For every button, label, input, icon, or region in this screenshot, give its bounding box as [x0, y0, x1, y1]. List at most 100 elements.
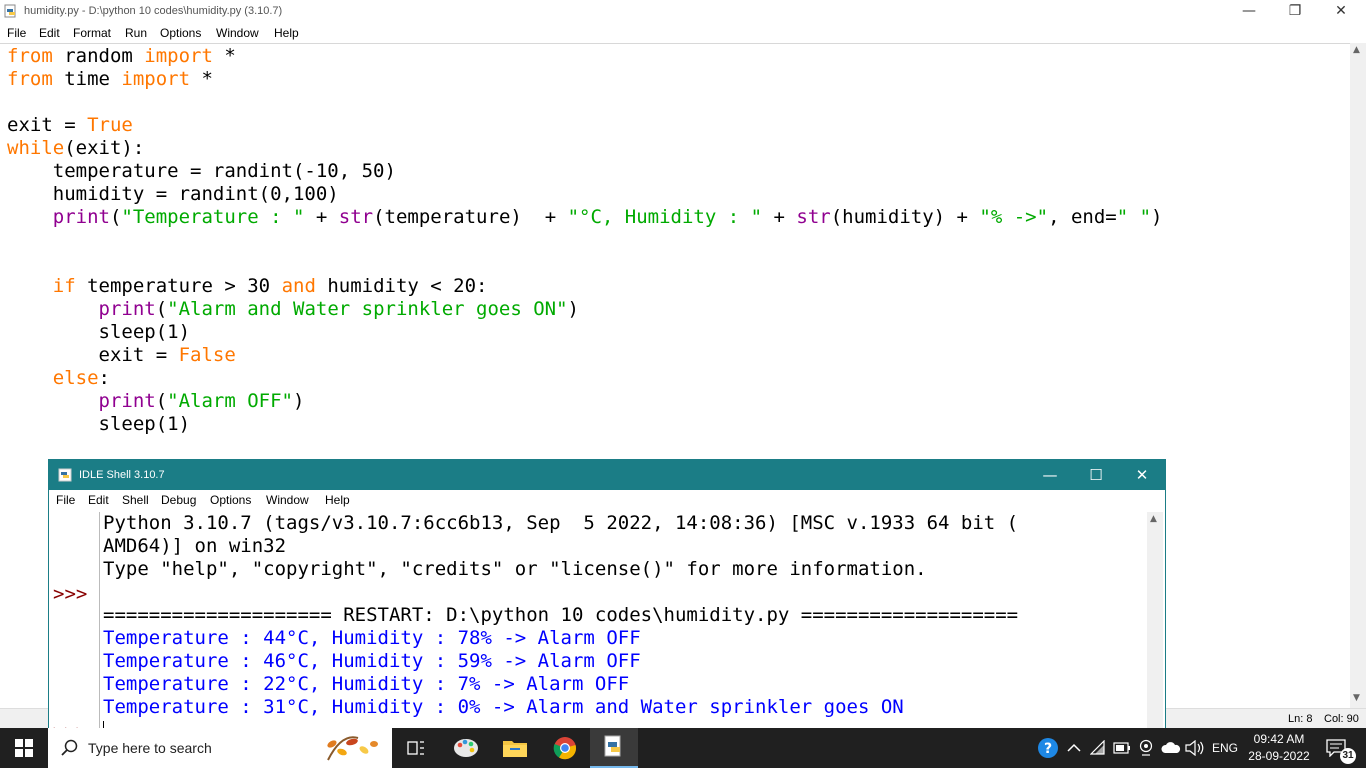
task-view-button[interactable]: [392, 728, 440, 768]
shell-maximize-button[interactable]: ☐: [1073, 460, 1119, 490]
scroll-down-arrow-icon[interactable]: ▼: [1353, 693, 1360, 703]
code-line-12: print("Alarm and Water sprinkler goes ON…: [98, 298, 579, 320]
shell-menu-options[interactable]: Options: [210, 493, 251, 507]
code-line-17: sleep(1): [7, 413, 191, 435]
shell-title-bar: IDLE Shell 3.10.7 — ☐ ✕: [49, 460, 1165, 490]
svg-text:?: ?: [1044, 741, 1052, 757]
close-button[interactable]: ✕: [1318, 0, 1364, 22]
wifi-icon: [1090, 740, 1105, 755]
code-line-1: from random import *: [7, 45, 236, 67]
input-language-button[interactable]: ENG: [1210, 728, 1238, 768]
code-line-13: sleep(1): [7, 321, 191, 343]
task-view-icon: [407, 741, 424, 755]
menu-edit[interactable]: Edit: [39, 26, 60, 40]
taskbar-app-file-explorer[interactable]: [491, 728, 539, 768]
code-line-6: temperature = randint(-10, 50): [7, 160, 396, 182]
code-line-8: print("Temperature : " + str(temperature…: [52, 206, 1163, 228]
menu-options[interactable]: Options: [160, 26, 201, 40]
taskbar-app-paint[interactable]: [442, 728, 490, 768]
menu-help[interactable]: Help: [274, 26, 299, 40]
status-column: Col: 90: [1324, 713, 1359, 725]
shell-menu-debug[interactable]: Debug: [161, 493, 196, 507]
windows-logo-icon: [15, 739, 33, 757]
code-line-4: exit = True: [7, 114, 133, 136]
cloud-icon: [1161, 742, 1181, 753]
shell-output-line: Temperature : 44°C, Humidity : 78% -> Al…: [103, 627, 641, 649]
language-indicator: ENG: [1212, 741, 1239, 755]
editor-menu-bar: File Edit Format Run Options Window Help: [0, 24, 1366, 43]
status-line: Ln: 8: [1288, 713, 1313, 725]
battery-icon: [1113, 742, 1130, 754]
clock-button[interactable]: 09:42 AM 28-09-2022: [1244, 728, 1314, 768]
action-center-button[interactable]: 31: [1318, 728, 1358, 768]
autumn-leaves-search-art-icon: [327, 736, 378, 761]
volume-tray-button[interactable]: [1184, 728, 1206, 768]
shell-restart-line: ==================== RESTART: D:\python …: [103, 604, 1019, 626]
menu-window[interactable]: Window: [216, 26, 259, 40]
shell-banner-line: AMD64)] on win32: [103, 535, 287, 557]
network-tray-button[interactable]: [1088, 728, 1110, 768]
menu-format[interactable]: Format: [73, 26, 111, 40]
taskbar-app-python-idle[interactable]: [590, 728, 638, 768]
help-tray-button[interactable]: ?: [1036, 728, 1060, 768]
search-icon: [61, 739, 78, 756]
minimize-button[interactable]: —: [1226, 0, 1272, 22]
start-button[interactable]: [0, 728, 48, 768]
chevron-up-icon: [1067, 743, 1081, 752]
shell-menu-bar: File Edit Shell Debug Options Window Hel…: [49, 490, 1165, 510]
restore-button[interactable]: ❐: [1272, 0, 1318, 22]
taskbar-search-box[interactable]: Type here to search: [48, 728, 392, 768]
editor-scrollbar[interactable]: ▲ ▼: [1350, 43, 1366, 708]
code-line-16: print("Alarm OFF"): [98, 390, 305, 412]
shell-menu-window[interactable]: Window: [266, 493, 309, 507]
idle-shell-icon: [58, 468, 72, 482]
shell-window-title: IDLE Shell 3.10.7: [79, 469, 165, 481]
shell-output-line: Temperature : 46°C, Humidity : 59% -> Al…: [103, 650, 641, 672]
shell-menu-shell[interactable]: Shell: [122, 493, 149, 507]
search-placeholder: Type here to search: [88, 740, 212, 756]
idle-shell-window: IDLE Shell 3.10.7 — ☐ ✕ File Edit Shell …: [48, 459, 1166, 729]
shell-output-line: Temperature : 31°C, Humidity : 0% -> Ala…: [103, 696, 904, 718]
folder-icon: [503, 741, 527, 757]
webcam-icon: [1139, 739, 1153, 756]
shell-menu-edit[interactable]: Edit: [88, 493, 109, 507]
shell-menu-help[interactable]: Help: [325, 493, 350, 507]
code-line-11: if temperature > 30 and humidity < 20:: [52, 275, 488, 297]
scroll-up-arrow-icon[interactable]: ▲: [1353, 45, 1360, 55]
python-idle-icon: [604, 735, 621, 757]
clock-date: 28-09-2022: [1248, 749, 1310, 763]
clock-time: 09:42 AM: [1253, 732, 1305, 746]
shell-banner-line: Python 3.10.7 (tags/v3.10.7:6cc6b13, Sep…: [103, 512, 1019, 534]
notification-count-badge: 31: [1340, 748, 1356, 764]
speaker-icon: [1185, 740, 1204, 756]
show-hidden-icons-button[interactable]: [1064, 728, 1084, 768]
editor-title-bar: humidity.py - D:\python 10 codes\humidit…: [0, 0, 1366, 24]
code-line-5: while(exit):: [7, 137, 145, 159]
shell-close-button[interactable]: ✕: [1119, 460, 1165, 490]
paint-palette-icon: [454, 739, 478, 757]
shell-output-line: Temperature : 22°C, Humidity : 7% -> Ala…: [103, 673, 630, 695]
code-line-15: else:: [52, 367, 110, 389]
help-question-icon: ?: [1038, 738, 1058, 758]
shell-minimize-button[interactable]: —: [1027, 460, 1073, 490]
shell-banner-line: Type "help", "copyright", "credits" or "…: [103, 558, 927, 580]
python-file-icon: [4, 4, 16, 18]
shell-menu-file[interactable]: File: [56, 493, 75, 507]
shell-output-area[interactable]: Python 3.10.7 (tags/v3.10.7:6cc6b13, Sep…: [99, 512, 1146, 728]
code-line-7: humidity = randint(0,100): [7, 183, 339, 205]
editor-window-title: humidity.py - D:\python 10 codes\humidit…: [24, 5, 283, 17]
chrome-icon: [553, 737, 577, 760]
shell-scrollbar[interactable]: ▲: [1147, 512, 1163, 728]
menu-run[interactable]: Run: [125, 26, 147, 40]
shell-prompt: >>>: [53, 583, 88, 605]
taskbar-app-chrome[interactable]: [541, 728, 589, 768]
shell-scroll-up-arrow-icon[interactable]: ▲: [1150, 514, 1157, 524]
menu-file[interactable]: File: [7, 26, 26, 40]
onedrive-tray-button[interactable]: [1160, 728, 1182, 768]
camera-tray-button[interactable]: [1136, 728, 1156, 768]
battery-tray-button[interactable]: [1112, 728, 1132, 768]
code-line-14: exit = False: [98, 344, 236, 366]
code-line-2: from time import *: [7, 68, 213, 90]
windows-taskbar: Type here to search ? ENG 09:42 AM 28-09…: [0, 728, 1366, 768]
shell-prompt-gutter: >>> >>>: [49, 512, 97, 728]
